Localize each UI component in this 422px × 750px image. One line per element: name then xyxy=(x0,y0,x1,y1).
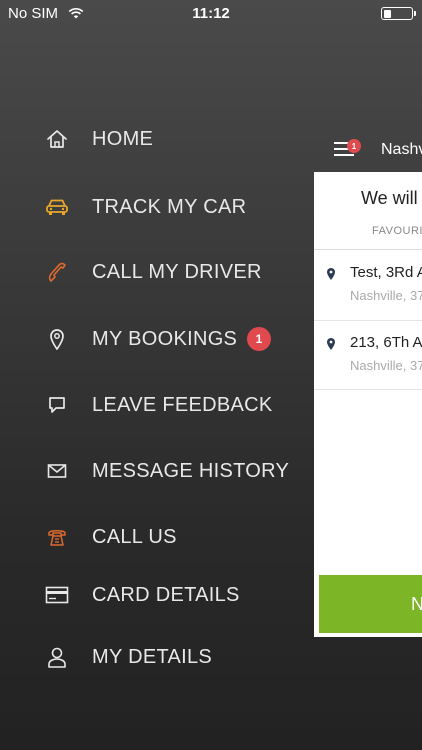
location-pin-icon xyxy=(327,338,335,350)
address-list-item[interactable]: 213, 6Th A Nashville, 37 xyxy=(314,320,422,380)
credit-card-icon xyxy=(45,583,69,607)
menu-item-leave-feedback[interactable]: LEAVE FEEDBACK xyxy=(0,385,300,425)
menu-label-track-my-car: TRACK MY CAR xyxy=(92,195,247,218)
address-line2: Nashville, 37 xyxy=(350,288,422,303)
car-icon xyxy=(45,195,69,219)
phone-icon xyxy=(45,260,69,284)
envelope-icon xyxy=(45,459,69,483)
bookings-badge: 1 xyxy=(247,327,271,351)
panel-title: We will xyxy=(361,188,418,208)
address-line2: Nashville, 37 xyxy=(350,358,422,373)
menu-item-home[interactable]: HOME xyxy=(0,119,300,159)
address-line1: Test, 3Rd A xyxy=(350,264,422,281)
battery-icon xyxy=(381,7,416,20)
user-icon xyxy=(45,645,69,669)
menu-label-my-details: MY DETAILS xyxy=(92,645,213,668)
location-pin-icon xyxy=(327,268,335,280)
status-bar: No SIM 11:12 xyxy=(0,0,422,28)
primary-action-button[interactable]: N xyxy=(319,575,422,633)
location-pin-icon xyxy=(45,327,69,351)
menu-label-card-details: CARD DETAILS xyxy=(92,583,240,606)
divider xyxy=(314,389,422,390)
menu-label-call-my-driver: CALL MY DRIVER xyxy=(92,260,262,283)
menu-label-message-history: MESSAGE HISTORY xyxy=(92,459,290,482)
telephone-icon xyxy=(45,525,69,549)
favourites-panel: We will FAVOURI Test, 3Rd A Nashville, 3… xyxy=(314,172,422,637)
status-time: 11:12 xyxy=(192,5,230,22)
menu-label-home: HOME xyxy=(92,127,154,150)
menu-item-track-my-car[interactable]: TRACK MY CAR xyxy=(0,187,300,227)
address-line1: 213, 6Th A xyxy=(350,334,422,351)
main-header: 1 Nashv xyxy=(314,125,422,172)
main-screen-peek[interactable]: 1 Nashv We will FAVOURI Test, 3Rd A Nash… xyxy=(314,125,422,640)
header-city: Nashv xyxy=(381,141,422,158)
menu-item-my-details[interactable]: MY DETAILS xyxy=(0,637,300,677)
chat-bubble-icon xyxy=(45,393,69,417)
menu-label-call-us: CALL US xyxy=(92,525,177,548)
menu-item-call-my-driver[interactable]: CALL MY DRIVER xyxy=(0,252,300,292)
menu-item-my-bookings[interactable]: MY BOOKINGS 1 xyxy=(0,319,300,359)
menu-notification-badge: 1 xyxy=(347,139,361,153)
menu-item-message-history[interactable]: MESSAGE HISTORY xyxy=(0,451,300,491)
tab-favourites[interactable]: FAVOURI xyxy=(372,225,422,237)
home-icon xyxy=(45,127,69,151)
address-list-item[interactable]: Test, 3Rd A Nashville, 37 xyxy=(314,250,422,310)
menu-item-call-us[interactable]: CALL US xyxy=(0,517,300,557)
primary-action-label: N xyxy=(411,593,422,614)
menu-label-my-bookings: MY BOOKINGS xyxy=(92,327,238,350)
menu-item-card-details[interactable]: CARD DETAILS xyxy=(0,575,300,615)
menu-label-leave-feedback: LEAVE FEEDBACK xyxy=(92,393,273,416)
